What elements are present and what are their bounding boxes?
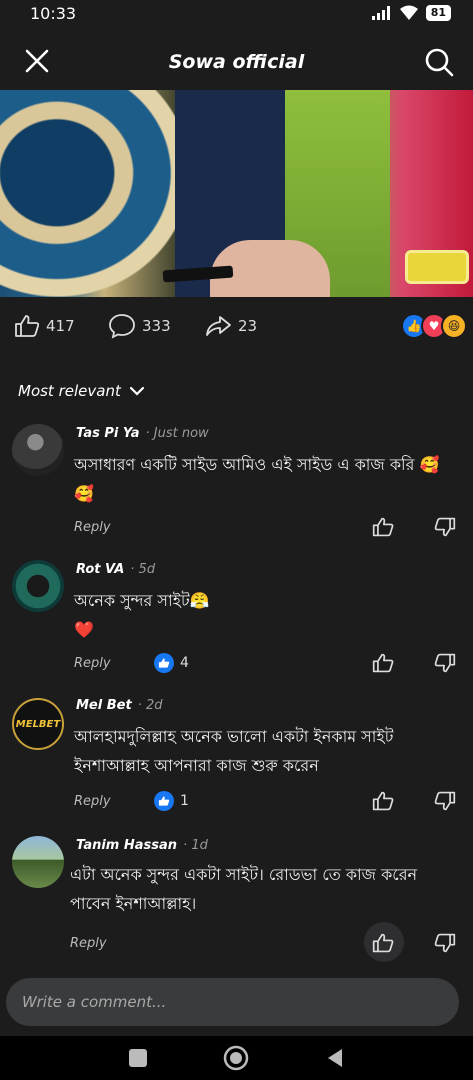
comment-input[interactable]: Write a comment... [6,978,459,1026]
status-time: 10:33 [30,3,77,23]
melbet-logo: MELBET [15,718,61,730]
avatar[interactable] [12,836,64,888]
home-icon[interactable] [222,1044,250,1072]
comment-author[interactable]: Rot VA [76,562,124,577]
like-count: 417 [46,317,75,335]
comment-count: 333 [142,317,171,335]
comment-like-count[interactable]: 4 [154,653,189,673]
recent-apps-icon[interactable] [127,1047,149,1069]
avatar[interactable] [12,424,64,476]
thumbs-down-icon[interactable] [434,790,456,812]
avatar[interactable] [12,560,64,612]
comment-actions: Reply [70,922,464,962]
thumbs-down-icon[interactable] [434,652,456,674]
close-icon[interactable] [22,46,52,76]
battery-indicator: 81 [425,5,451,21]
comment-icon [109,314,135,339]
haha-reaction-icon: 😆 [441,313,467,339]
like-icon [15,315,40,337]
image-fabric-pattern [0,90,190,297]
like-reaction-icon [154,791,174,811]
like-count-value: 4 [180,655,189,671]
comment-time: · Just now [145,426,209,441]
system-nav-bar [0,1036,473,1080]
comment-actions: Reply 4 [74,650,464,676]
thumbs-down-icon[interactable] [434,932,456,954]
top-bar: Sowa official [0,34,473,90]
share-count: 23 [238,317,258,335]
thumbs-up-icon[interactable] [372,516,394,538]
reaction-summary[interactable]: 👍 ♥ 😆 [401,313,467,339]
chevron-down-icon [129,386,144,396]
comment-item: MELBET Mel Bet · 2d আলহামদুলিল্লাহ অনেক … [0,694,473,824]
comment-actions: Reply 1 [74,788,464,814]
reply-button[interactable]: Reply [74,656,111,671]
comment-item: Tas Pi Ya · Just now অসাধারণ একটি সাইড আ… [0,420,473,550]
share-icon [206,316,231,336]
comment-actions: Reply [74,514,464,540]
comment-time: · 1d [183,838,208,853]
comment-item: Rot VA · 5d অনেক সুন্দর সাইট😤 ❤️ Reply 4 [0,558,473,688]
post-image[interactable] [0,90,473,297]
image-tray [405,250,469,284]
search-icon[interactable] [423,46,455,78]
avatar[interactable]: MELBET [12,698,64,750]
status-bar: 10:33 81 [0,0,473,26]
comment-author[interactable]: Tas Pi Ya [76,426,140,441]
thumbs-down-icon[interactable] [434,516,456,538]
post-reaction-bar: 417 333 23 👍 ♥ 😆 [0,306,473,346]
wifi-icon [399,5,418,20]
page-title: Sowa official [168,51,305,73]
comment-author[interactable]: Tanim Hassan [76,838,177,853]
reply-button[interactable]: Reply [70,936,107,951]
comment-stat[interactable]: 333 [108,313,171,339]
comment-sort-dropdown[interactable]: Most relevant [18,382,145,400]
like-count-value: 1 [180,793,189,809]
signal-icon [371,6,390,20]
reply-button[interactable]: Reply [74,520,111,535]
comment-time: · 2d [137,698,163,713]
thumbs-up-icon[interactable] [372,790,394,812]
reply-button[interactable]: Reply [74,794,111,809]
sort-label: Most relevant [18,382,121,400]
comment-input-placeholder: Write a comment... [22,993,167,1011]
comment-item: Tanim Hassan · 1d এটা অনেক সুন্দর একটা স… [0,834,473,964]
comment-time: · 5d [130,562,156,577]
thumbs-up-icon[interactable] [372,932,394,954]
like-stat[interactable]: 417 [14,314,75,338]
status-icons: 81 [371,5,451,21]
thumbs-up-icon[interactable] [372,652,394,674]
comment-text: এটা অনেক সুন্দর একটা সাইট। রোডভা তে কাজ … [70,865,418,913]
comment-text: অসাধারণ একটি সাইড আমিও এই সাইড এ কাজ করি… [74,455,440,503]
comment-text: অনেক সুন্দর সাইট😤 ❤️ [74,591,210,639]
comment-author[interactable]: Mel Bet [76,698,132,713]
share-stat[interactable]: 23 [204,314,257,338]
comment-text: আলহামদুলিল্লাহ অনেক ভালো একটা ইনকাম সাইট… [74,727,394,775]
like-reaction-icon [154,653,174,673]
back-icon[interactable] [324,1047,346,1069]
comment-like-count[interactable]: 1 [154,791,189,811]
